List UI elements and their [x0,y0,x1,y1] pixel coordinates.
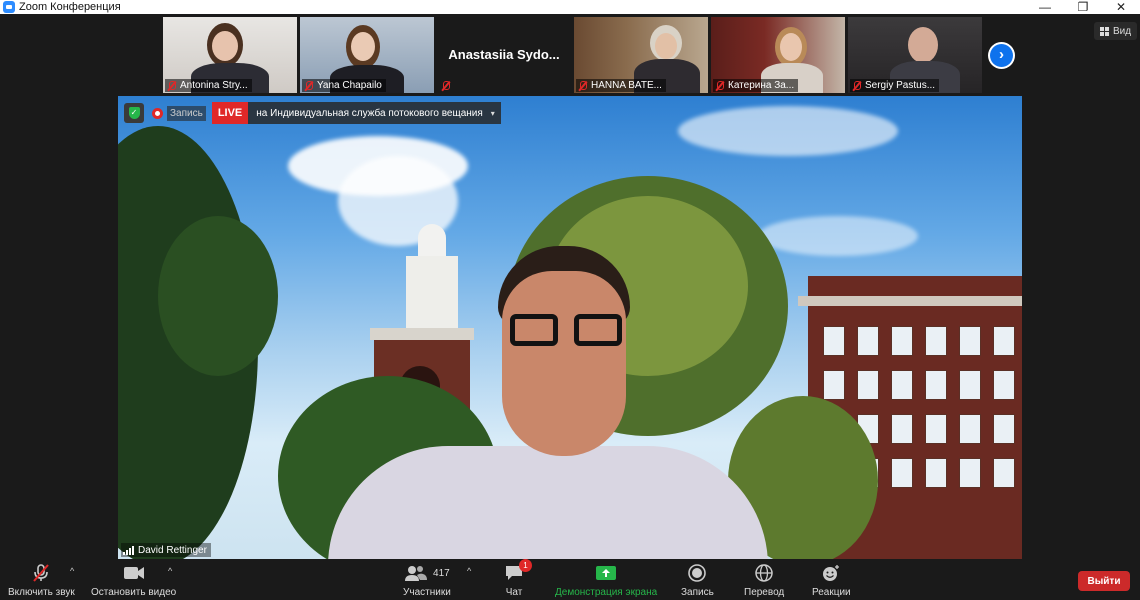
building-cornice [798,296,1022,306]
participant-tile[interactable]: Yana Chapailo [300,17,434,93]
mic-muted-icon [31,564,51,582]
window-controls: — ❐ ✕ [1026,0,1140,14]
zoom-meeting-window: Zoom Конференция — ❐ ✕ Вид Antonina Stry… [0,0,1140,600]
speaker-face [502,271,626,456]
speaker-nameplate: David Rettinger [121,543,211,557]
interpretation-button[interactable]: Перевод [744,564,784,598]
participant-nameplate: Sergiy Pastus... [850,79,940,92]
view-button-label: Вид [1113,25,1132,37]
participants-icon: 417 [404,564,450,582]
participant-tile[interactable]: Antonina Stry... [163,17,297,93]
share-screen-icon [595,564,617,582]
participant-face [351,32,375,61]
tower-clock-section [406,256,458,336]
security-shield-icon[interactable]: ✓ [124,103,144,123]
connection-signal-icon [123,545,134,555]
window-title: Zoom Конференция [19,1,121,13]
minimize-button[interactable]: — [1026,0,1064,14]
video-options-caret[interactable]: ^ [168,566,172,576]
record-icon [688,564,707,582]
participant-count: 417 [433,567,450,579]
chat-unread-badge: 1 [519,559,532,572]
background-cloud [758,216,918,256]
share-screen-button[interactable]: Демонстрация экрана [555,564,657,598]
participants-options-caret[interactable]: ^ [467,566,471,576]
participant-name: Antonina Stry... [180,80,248,91]
mic-options-caret[interactable]: ^ [70,566,74,576]
participant-tile[interactable]: Катерина За... [711,17,845,93]
stop-video-label: Остановить видео [91,587,177,598]
mic-muted-icon [715,80,724,91]
reactions-label: Реакции [812,587,851,598]
mic-muted-icon [578,80,587,91]
active-speaker-video: ✓ Запись LIVE на Индивидуальная служба п… [118,96,1022,559]
participant-tile[interactable]: Anastasiia Sydo... [437,17,571,93]
chat-button[interactable]: 1 Чат [504,559,532,598]
speaker-glasses-left [510,314,558,346]
participant-name: Sergiy Pastus... [865,80,936,91]
leave-meeting-button[interactable]: Выйти [1078,571,1130,591]
tower-cupola [418,224,446,258]
view-button[interactable]: Вид [1094,22,1138,40]
participant-tile[interactable]: Sergiy Pastus... [848,17,982,93]
unmute-button[interactable]: Включить звук [8,564,75,598]
participants-button[interactable]: 417 Участники [403,564,451,598]
restore-button[interactable]: ❐ [1064,0,1102,14]
chat-bubble-icon: 1 [504,559,532,582]
participant-tile[interactable]: HANNA BATE... [574,17,708,93]
recording-icon [152,107,163,119]
tower-ledge [370,328,474,340]
participant-nameplate: Antonina Stry... [165,79,252,92]
speaker-glasses-right [574,314,622,346]
chat-label: Чат [505,587,523,598]
mic-muted-icon [304,80,313,91]
background-cloud [678,106,898,156]
mic-muted-icon [167,80,176,91]
unmute-label: Включить звук [8,587,75,598]
video-camera-icon [123,564,145,582]
interpretation-label: Перевод [744,587,785,598]
participant-name: Катерина За... [728,80,795,91]
participant-nameplate: Катерина За... [713,79,799,92]
participant-name: Yana Chapailo [317,80,382,91]
recording-label: Запись [167,105,206,121]
participant-face [655,33,677,59]
record-button[interactable]: Запись [681,564,714,598]
recording-status-bar: ✓ Запись LIVE на Индивидуальная служба п… [124,102,501,124]
gallery-grid-icon [1100,26,1109,36]
smiley-plus-icon [821,564,841,582]
participant-name: HANNA BATE... [591,80,662,91]
close-button[interactable]: ✕ [1102,0,1140,14]
mic-muted-icon [852,80,861,91]
live-stream-dropdown[interactable]: LIVE на Индивидуальная служба потокового… [211,102,501,124]
participant-face [908,27,938,63]
reactions-button[interactable]: Реакции [812,564,851,598]
speaker-shirt [328,446,768,559]
background-tree [158,216,278,376]
zoom-logo-icon [3,1,15,13]
participant-nameplate [439,79,458,92]
participants-label: Участники [403,587,451,598]
record-label: Запись [681,587,714,598]
chevron-right-icon: › [990,44,1013,67]
participant-thumbnail-strip: Antonina Stry... Yana Chapailo Anastasii… [163,17,982,93]
participant-nameplate: HANNA BATE... [576,79,666,92]
globe-icon [755,564,773,582]
participant-nameplate: Yana Chapailo [302,79,386,92]
participant-face [780,33,802,61]
participant-name-large: Anastasiia Sydo... [448,47,560,62]
next-participants-button[interactable]: › [988,42,1015,69]
stop-video-button[interactable]: Остановить видео [91,564,176,598]
share-screen-label: Демонстрация экрана [555,587,658,598]
meeting-toolbar: Включить звук ^ Остановить видео ^ 417 У… [0,559,1140,600]
chevron-down-icon: ▾ [490,108,495,118]
speaker-name: David Rettinger [138,544,207,556]
live-stream-service: на Индивидуальная служба потокового веща… [256,107,483,119]
live-badge: LIVE [211,102,249,124]
title-bar: Zoom Конференция — ❐ ✕ [0,0,1140,14]
participant-face [212,31,238,61]
mic-muted-icon [441,80,450,91]
